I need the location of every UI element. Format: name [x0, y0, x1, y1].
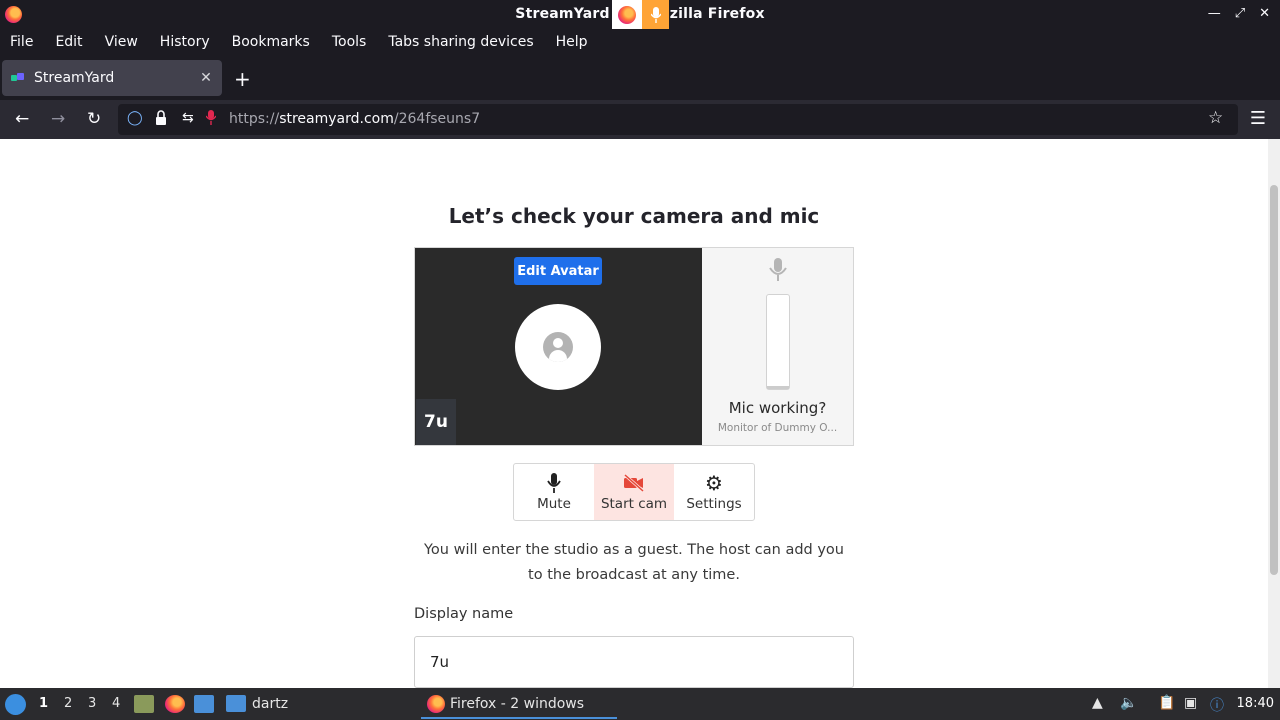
scrollbar-thumb[interactable]: [1270, 185, 1278, 575]
notification-icon[interactable]: ⓘ: [1210, 695, 1224, 715]
mute-label: Mute: [537, 496, 571, 512]
menu-help[interactable]: Help: [545, 34, 599, 50]
edit-avatar-button[interactable]: Edit Avatar: [514, 257, 602, 285]
page-scrollbar[interactable]: [1268, 139, 1280, 688]
window-controls: — ⤢ ✕: [1208, 6, 1270, 21]
tracking-protection-shield-icon[interactable]: ◯: [127, 110, 143, 126]
guest-info-line-2: to the broadcast at any time.: [528, 567, 740, 583]
settings-button[interactable]: ⚙ Settings: [674, 464, 754, 520]
back-icon[interactable]: ←: [15, 109, 29, 129]
tab-strip: StreamYard ✕ +: [0, 55, 1280, 100]
workspace-4[interactable]: 4: [112, 696, 120, 711]
camera-preview: Edit Avatar 7u: [415, 248, 702, 445]
streamyard-favicon-icon: [10, 70, 26, 86]
firefox-sharing-icon[interactable]: [612, 0, 642, 30]
start-cam-button[interactable]: Start cam: [594, 464, 674, 520]
name-tag: 7u: [416, 399, 456, 445]
file-manager-icon[interactable]: [134, 695, 154, 713]
url-text[interactable]: https://streamyard.com/264fseuns7: [229, 111, 480, 127]
navigation-toolbar: ← → ↻ ◯ ⇆ https://streamyard.com/264fseu…: [0, 100, 1280, 139]
page-title: Let’s check your camera and mic: [448, 204, 820, 228]
sharing-indicator[interactable]: [612, 0, 669, 30]
guest-info-text: You will enter the studio as a guest. Th…: [0, 538, 1268, 588]
taskbar: 1 2 3 4 dartz Firefox - 2 windows ▲ 🔈 📋 …: [0, 688, 1280, 720]
reload-icon[interactable]: ↻: [87, 109, 101, 129]
desktop-icon[interactable]: [194, 695, 214, 713]
tray-updates-icon[interactable]: ▲: [1092, 695, 1103, 711]
page-content: Let’s check your camera and mic Edit Ava…: [0, 139, 1268, 688]
close-icon[interactable]: ✕: [1259, 6, 1270, 21]
network-icon[interactable]: ▣: [1184, 695, 1197, 711]
start-menu-icon[interactable]: [5, 694, 26, 715]
gear-icon: ⚙: [705, 471, 723, 495]
window-titlebar: StreamYard zilla Firefox — ⤢ ✕: [0, 0, 1280, 30]
workspace-3[interactable]: 3: [88, 696, 96, 711]
menu-tools[interactable]: Tools: [321, 34, 378, 50]
tab-title: StreamYard: [34, 70, 115, 86]
microphone-icon: [546, 472, 562, 494]
display-name-input[interactable]: [414, 636, 854, 688]
lock-icon[interactable]: [155, 110, 167, 129]
menu-view[interactable]: View: [94, 34, 149, 50]
camera-mic-preview: Edit Avatar 7u Mic working? Monitor of D…: [414, 247, 854, 446]
volume-icon[interactable]: 🔈: [1120, 695, 1137, 711]
firefox-launcher-icon[interactable]: [165, 695, 185, 713]
start-cam-label: Start cam: [600, 496, 668, 512]
folder-label: dartz: [252, 695, 289, 712]
microphone-in-use-icon[interactable]: [205, 110, 217, 129]
mic-level-meter: [766, 294, 790, 390]
firefox-icon: [427, 695, 445, 713]
mic-device-name: Monitor of Dummy O...: [717, 422, 838, 434]
menu-file[interactable]: File: [0, 34, 44, 50]
mic-level-fill: [767, 386, 789, 389]
clipboard-icon[interactable]: 📋: [1158, 695, 1175, 711]
folder-dartz[interactable]: dartz: [226, 695, 288, 712]
microphone-icon: [767, 258, 789, 282]
taskbar-window-firefox[interactable]: Firefox - 2 windows: [421, 691, 617, 719]
media-controls: Mute Start cam ⚙ Settings: [513, 463, 755, 521]
forward-icon[interactable]: →: [51, 109, 65, 129]
tab-close-icon[interactable]: ✕: [196, 70, 216, 86]
user-icon: [543, 332, 573, 362]
display-name-label: Display name: [414, 606, 514, 622]
mic-working-label: Mic working?: [728, 399, 827, 417]
clock: 18:40: [1236, 696, 1274, 711]
workspace-1[interactable]: 1: [39, 696, 48, 711]
menubar: File Edit View History Bookmarks Tools T…: [0, 29, 1280, 55]
menu-bookmarks[interactable]: Bookmarks: [221, 34, 321, 50]
restore-icon[interactable]: ⤢: [1235, 6, 1245, 21]
guest-info-line-1: You will enter the studio as a guest. Th…: [424, 542, 844, 558]
tab-streamyard[interactable]: StreamYard ✕: [2, 60, 222, 96]
bookmark-star-icon[interactable]: ☆: [1208, 108, 1223, 128]
new-tab-icon[interactable]: +: [234, 67, 251, 91]
settings-label: Settings: [686, 496, 742, 512]
menu-edit[interactable]: Edit: [44, 34, 93, 50]
folder-icon: [226, 695, 246, 712]
microphone-sharing-icon[interactable]: [642, 0, 669, 30]
hamburger-menu-icon[interactable]: ☰: [1250, 108, 1266, 129]
menu-history[interactable]: History: [149, 34, 221, 50]
menu-tabs-sharing-devices[interactable]: Tabs sharing devices: [377, 34, 544, 50]
camera-off-icon: [623, 472, 645, 494]
url-bar[interactable]: ◯ ⇆ https://streamyard.com/264fseuns7 ☆: [118, 104, 1238, 135]
minimize-icon[interactable]: —: [1208, 6, 1221, 21]
avatar: [515, 304, 601, 390]
workspace-2[interactable]: 2: [64, 696, 72, 711]
mute-button[interactable]: Mute: [514, 464, 594, 520]
window-button-label: Firefox - 2 windows: [450, 696, 585, 712]
mic-check-panel: Mic working? Monitor of Dummy O...: [702, 248, 853, 445]
permissions-icon[interactable]: ⇆: [182, 110, 194, 126]
